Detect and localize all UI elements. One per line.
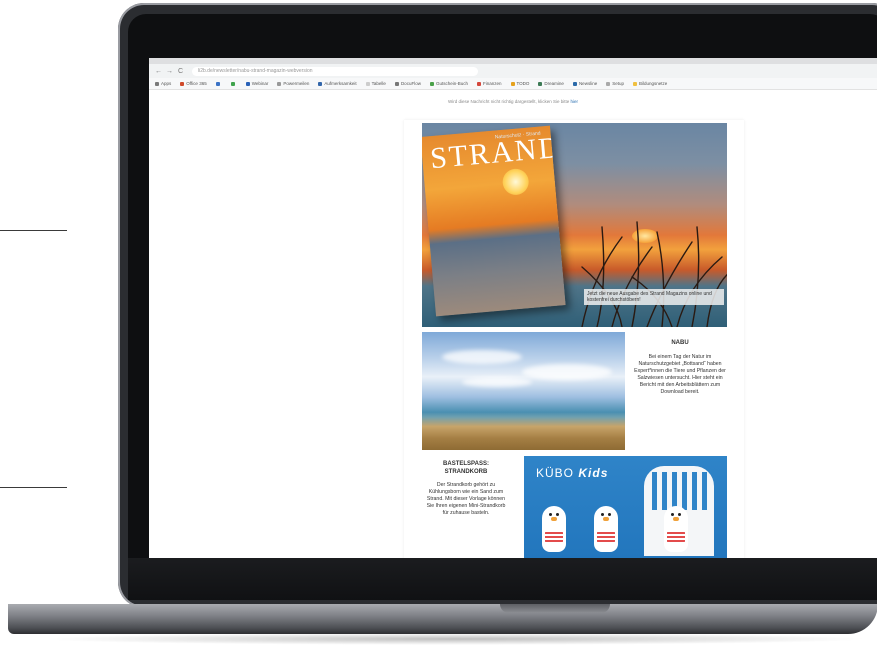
nabu-text-block: NABU Bei einem Tag der Natur im Natursch… <box>630 340 730 396</box>
bookmark-favicon-icon <box>538 81 543 86</box>
notice-link[interactable]: hier <box>571 99 579 104</box>
bookmark-item[interactable] <box>230 81 237 86</box>
bastel-heading: BASTELSPASS: STRANDKORB <box>443 461 489 475</box>
decorative-line-bottom <box>0 487 67 488</box>
bookmark-item[interactable] <box>215 81 222 86</box>
bookmark-label: Dreamine <box>544 81 564 86</box>
kubo-logo-suffix: Kids <box>578 466 609 480</box>
bookmark-favicon-icon <box>429 81 434 86</box>
decorative-line-top <box>0 230 67 231</box>
bookmark-label: DocuFlow <box>400 81 421 86</box>
forward-button[interactable]: → <box>166 68 173 75</box>
laptop-screen: ← → C li2b.de/newsletter/nabu-strand-mag… <box>149 58 877 558</box>
cloud <box>442 350 522 364</box>
reload-button[interactable]: C <box>177 68 184 75</box>
bastel-text-block: BASTELSPASS: STRANDKORB Der Strandkorb g… <box>426 460 506 517</box>
bookmark-item[interactable]: Newsline <box>572 81 598 86</box>
nabu-heading: NABU <box>671 340 689 346</box>
nabu-landscape-image[interactable] <box>422 332 625 450</box>
bookmark-favicon-icon <box>606 81 611 86</box>
bookmark-favicon-icon <box>245 81 250 86</box>
nabu-paragraph: Bei einem Tag der Natur im Naturschutzge… <box>634 354 726 395</box>
hero-caption: Jetzt die neue Ausgabe des Strand Magazi… <box>584 289 724 305</box>
bookmark-label: TODO <box>516 81 530 86</box>
bookmark-label: Bildungsnetze <box>638 81 668 86</box>
browser-toolbar: ← → C li2b.de/newsletter/nabu-strand-mag… <box>149 64 877 78</box>
bookmark-label: Powermeilen <box>283 81 310 86</box>
bookmark-item[interactable]: Bildungsnetze <box>632 81 668 86</box>
newsletter: STRAND Naturschutz · Strand Jetzt die ne… <box>404 120 744 558</box>
laptop-shadow <box>40 633 870 645</box>
bookmarks-bar: Apps Office 365 Webinar Powermeilen Aufmerks… <box>149 78 877 90</box>
bookmark-label: Newsline <box>578 81 598 86</box>
seagull-illustration <box>542 506 566 552</box>
bookmark-label: Office 365 <box>186 81 207 86</box>
address-bar[interactable]: li2b.de/newsletter/nabu-strand-magazin-w… <box>192 66 478 76</box>
bookmark-favicon-icon <box>365 81 370 86</box>
cloud <box>462 377 532 387</box>
laptop-chin <box>128 558 877 600</box>
bookmark-item[interactable]: DocuFlow <box>394 81 421 86</box>
laptop-base <box>8 604 877 634</box>
bookmark-favicon-icon <box>155 81 159 86</box>
bookmark-favicon-icon <box>476 81 481 86</box>
bookmark-favicon-icon <box>230 81 235 86</box>
kubo-logo-prefix: KÜBO <box>536 466 575 480</box>
kubo-kids-logo: KÜBO Kids <box>536 466 608 480</box>
bookmark-item[interactable]: Apps <box>155 81 171 86</box>
bookmark-item[interactable]: Webinar <box>245 81 269 86</box>
back-button[interactable]: ← <box>155 68 162 75</box>
webversion-notice: Wird diese Nachricht nicht richtig darge… <box>149 99 877 104</box>
bastel-paragraph: Der Strandkorb gehört zu Kühlungsborn wi… <box>426 482 506 516</box>
hero-banner[interactable]: STRAND Naturschutz · Strand Jetzt die ne… <box>422 123 727 327</box>
bookmark-item[interactable]: Aufmerksamkeit <box>318 81 357 86</box>
kubo-kids-banner[interactable]: KÜBO Kids <box>524 456 727 558</box>
bookmark-favicon-icon <box>394 81 399 86</box>
bookmark-favicon-icon <box>215 81 220 86</box>
bookmark-favicon-icon <box>318 81 323 86</box>
bookmark-label: Aufmerksamkeit <box>324 81 357 86</box>
bookmark-label: Webinar <box>251 81 269 86</box>
beach-grass-image <box>581 221 727 327</box>
bookmark-item[interactable]: TODO <box>510 81 530 86</box>
magazine-sun <box>501 167 530 196</box>
laptop-opening-notch <box>500 604 610 613</box>
seagull-illustration <box>664 506 688 552</box>
bookmark-favicon-icon <box>510 81 515 86</box>
magazine-cover: STRAND Naturschutz · Strand <box>422 125 566 317</box>
bookmark-item[interactable]: Office 365 <box>180 81 207 86</box>
bookmark-label: Tabelle <box>371 81 386 86</box>
bookmark-label: Finanzen <box>482 81 502 86</box>
bookmark-item[interactable]: Dreamine <box>538 81 564 86</box>
bookmark-label: Apps <box>161 81 172 86</box>
seagull-illustration <box>594 506 618 552</box>
bookmark-item[interactable]: Gutschein-Buch <box>429 81 468 86</box>
bookmark-label: Setup <box>612 81 624 86</box>
notice-text: Wird diese Nachricht nicht richtig darge… <box>447 99 571 104</box>
bookmark-item[interactable]: Tabelle <box>365 81 386 86</box>
bookmark-item[interactable]: Powermeilen <box>277 81 309 86</box>
bookmark-favicon-icon <box>632 81 637 86</box>
bookmark-favicon-icon <box>277 81 282 86</box>
bookmark-favicon-icon <box>572 81 577 86</box>
bookmark-favicon-icon <box>180 81 185 86</box>
bookmark-item[interactable]: Setup <box>606 81 624 86</box>
bookmark-label: Gutschein-Buch <box>435 81 468 86</box>
cloud <box>522 364 612 380</box>
bookmark-item[interactable]: Finanzen <box>476 81 502 86</box>
